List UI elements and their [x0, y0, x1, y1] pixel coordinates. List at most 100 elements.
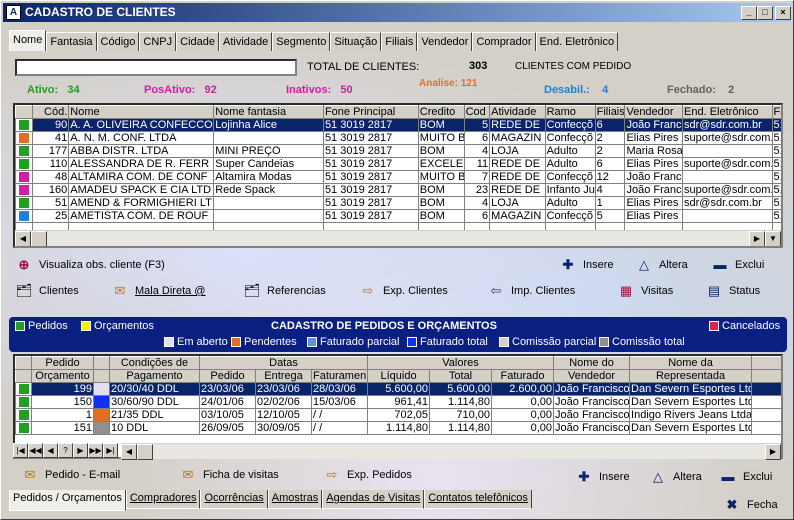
- tab-nome[interactable]: Nome: [9, 30, 47, 51]
- col-entrega[interactable]: Entrega: [255, 369, 312, 383]
- order-edit-button[interactable]: △ Altera: [649, 469, 702, 485]
- client-edit-button[interactable]: △ Altera: [635, 257, 688, 273]
- cancelados-swatch: [709, 321, 719, 332]
- col-cod-atividade[interactable]: Cod: [463, 105, 491, 119]
- col-fantasia[interactable]: Nome fantasia: [213, 105, 324, 119]
- col-nome[interactable]: Nome: [68, 105, 215, 119]
- col-email[interactable]: End. Eletrônico: [682, 105, 773, 119]
- col-vendedor-name[interactable]: Vendedor: [553, 369, 631, 383]
- nav-next-page-icon[interactable]: ▶▶: [88, 443, 103, 458]
- tab-contatos-telefonicos[interactable]: Contatos telefônicos: [424, 490, 532, 509]
- orders-scroll-right-icon[interactable]: ▶: [765, 444, 781, 460]
- tab-agendas-visitas[interactable]: Agendas de Visitas: [322, 490, 425, 509]
- table-cell: BOM: [417, 209, 465, 223]
- tab-codigo[interactable]: Código: [96, 32, 140, 51]
- toolbar-references-button[interactable]: 🗂 Referencias: [243, 283, 326, 299]
- table-row[interactable]: 199 20/30/40 DDL 23/03/06 23/03/06 28/03/06 5…: [15, 382, 781, 396]
- table-row[interactable]: 25 AMETISTA COM. DE ROUF 51 3019 2817 BOM 6 M…: [15, 209, 781, 223]
- tab-ocorrencias[interactable]: Ocorrências: [200, 490, 268, 509]
- toolbar-export-button[interactable]: ⇨ Exp. Clientes: [359, 283, 448, 299]
- table-row[interactable]: 177 ABBA DISTR. LTDA MINI PREÇO 51 3019 281…: [15, 144, 781, 158]
- col-credito[interactable]: Credito: [417, 105, 465, 119]
- orders-scroll-thumb[interactable]: [137, 444, 153, 460]
- scroll-down-icon[interactable]: ▼: [765, 231, 781, 246]
- col-faturado[interactable]: Faturado: [491, 369, 555, 383]
- tab-filiais[interactable]: Filiais: [381, 32, 418, 51]
- table-row[interactable]: 51 AMEND & FORMIGHIERI LT 51 3019 2817 BOM 4…: [15, 196, 781, 210]
- scroll-right-icon[interactable]: ▶: [749, 231, 765, 246]
- order-visits-button[interactable]: ✉ Ficha de visitas: [179, 467, 279, 483]
- order-insert-button[interactable]: ✚ Insere: [575, 469, 630, 485]
- nav-help-icon[interactable]: ?: [58, 443, 73, 458]
- table-row[interactable]: 151 10 DDL 26/09/05 30/09/05/ /1.114,80 1.11…: [15, 421, 781, 435]
- col-cod[interactable]: Cód.: [32, 105, 70, 119]
- table-row[interactable]: 160 AMADEU SPACK E CIA LTD Rede Spack 51 30…: [15, 183, 781, 197]
- tab-cidade[interactable]: Cidade: [176, 32, 219, 51]
- orders-hscroll[interactable]: ◀ ▶: [121, 443, 781, 460]
- close-form-button[interactable]: ✖ Fecha: [723, 497, 778, 513]
- nav-prev-page-icon[interactable]: ◀◀: [28, 443, 43, 458]
- col-liquido[interactable]: Líquido: [367, 369, 431, 383]
- tab-end-eletronico[interactable]: End. Eletrônico: [535, 32, 619, 51]
- search-input[interactable]: [15, 59, 297, 76]
- col-pedido-group[interactable]: Pedido: [31, 356, 94, 370]
- minimize-button[interactable]: _: [741, 6, 757, 20]
- col-representada-group[interactable]: Nome da: [629, 356, 753, 370]
- close-window-button[interactable]: ×: [775, 6, 791, 20]
- order-email-button[interactable]: ✉ Pedido - E-mail: [21, 467, 121, 483]
- maximize-button[interactable]: □: [757, 6, 773, 20]
- col-vendedor[interactable]: Vendedor: [624, 105, 684, 119]
- col-orcamento[interactable]: Orçamento: [31, 369, 94, 383]
- clients-grid[interactable]: Cód. Nome Nome fantasia Fone Principal C…: [13, 103, 783, 248]
- toolbar-status-button[interactable]: ▤ Status: [705, 283, 760, 299]
- toolbar-mailing-button[interactable]: ✉ Mala Direta @: [111, 283, 206, 299]
- order-export-button[interactable]: ⇨ Exp. Pedidos: [323, 467, 412, 483]
- nav-first-icon[interactable]: |◀: [13, 443, 28, 458]
- nav-prev-icon[interactable]: ◀: [43, 443, 58, 458]
- scroll-left-icon[interactable]: ◀: [15, 231, 31, 246]
- col-total[interactable]: Total: [429, 369, 493, 383]
- col-pagamento[interactable]: Pagamento: [109, 369, 200, 383]
- table-row[interactable]: 48 ALTAMIRA COM. DE CONF Altamira Modas 51 …: [15, 170, 781, 184]
- scroll-thumb[interactable]: [31, 231, 47, 246]
- table-cell: 0,00: [491, 421, 555, 435]
- table-row[interactable]: 90 A. A. OLIVEIRA CONFECCO Lojinha Alice 51…: [15, 118, 781, 132]
- col-data-pedido[interactable]: Pedido: [199, 369, 256, 383]
- col-ramo[interactable]: Ramo: [544, 105, 596, 119]
- col-atividade[interactable]: Atividade: [489, 105, 546, 119]
- table-row[interactable]: 1 21/35 DDL 03/10/05 12/10/05/ /702,05 710,0…: [15, 408, 781, 422]
- col-vendedor-group[interactable]: Nome do: [553, 356, 631, 370]
- toolbar-visits-button[interactable]: ▦ Visitas: [617, 283, 673, 299]
- col-representada-name[interactable]: Representada: [629, 369, 753, 383]
- tab-comprador[interactable]: Comprador: [472, 32, 536, 51]
- tab-segmento[interactable]: Segmento: [272, 32, 331, 51]
- col-filiais[interactable]: Filiais: [594, 105, 626, 119]
- col-fone[interactable]: Fone Principal: [322, 105, 419, 119]
- toolbar-clients-button[interactable]: 🗂 Clientes: [15, 283, 79, 299]
- tab-cnpj[interactable]: CNPJ: [139, 32, 177, 51]
- toolbar-import-button[interactable]: ⇦ Imp. Clientes: [487, 283, 576, 299]
- col-fax[interactable]: Fax: [771, 105, 781, 119]
- tab-atividade[interactable]: Atividade: [219, 32, 273, 51]
- table-row[interactable]: 150 30/60/90 DDL 24/01/06 02/02/06 15/03/06 9…: [15, 395, 781, 409]
- table-row[interactable]: 110 ALESSANDRA DE R. FERR Super Candeias 51…: [15, 157, 781, 171]
- view-obs-button[interactable]: ⊕ Visualiza obs. cliente (F3): [15, 257, 165, 273]
- nav-last-icon[interactable]: ▶|: [103, 443, 118, 458]
- col-cond-group[interactable]: Condições de: [109, 356, 200, 370]
- title-bar[interactable]: A CADASTRO DE CLIENTES _ □ ×: [3, 3, 791, 22]
- tab-situacao[interactable]: Situação: [330, 32, 382, 51]
- tab-compradores[interactable]: Compradores: [125, 490, 201, 509]
- tab-pedidos-orcamentos[interactable]: Pedidos / Orçamentos: [9, 490, 126, 511]
- tab-vendedor[interactable]: Vendedor: [417, 32, 473, 51]
- col-faturamento[interactable]: Faturamen: [310, 369, 369, 383]
- clients-hscroll[interactable]: ◀ ▶ ▼: [15, 230, 781, 246]
- nav-next-icon[interactable]: ▶: [73, 443, 88, 458]
- tab-fantasia[interactable]: Fantasia: [46, 32, 97, 51]
- orders-scroll-left-icon[interactable]: ◀: [121, 444, 137, 460]
- client-insert-button[interactable]: ✚ Insere: [559, 257, 614, 273]
- tab-amostras[interactable]: Amostras: [267, 490, 323, 509]
- table-cell: 51 3019: [771, 131, 781, 145]
- client-delete-button[interactable]: ▬ Exclui: [711, 257, 765, 273]
- table-row[interactable]: 41 A. N. M. CONF. LTDA 51 3019 2817 MUITO B…: [15, 131, 781, 145]
- order-delete-button[interactable]: ▬ Exclui: [719, 469, 773, 485]
